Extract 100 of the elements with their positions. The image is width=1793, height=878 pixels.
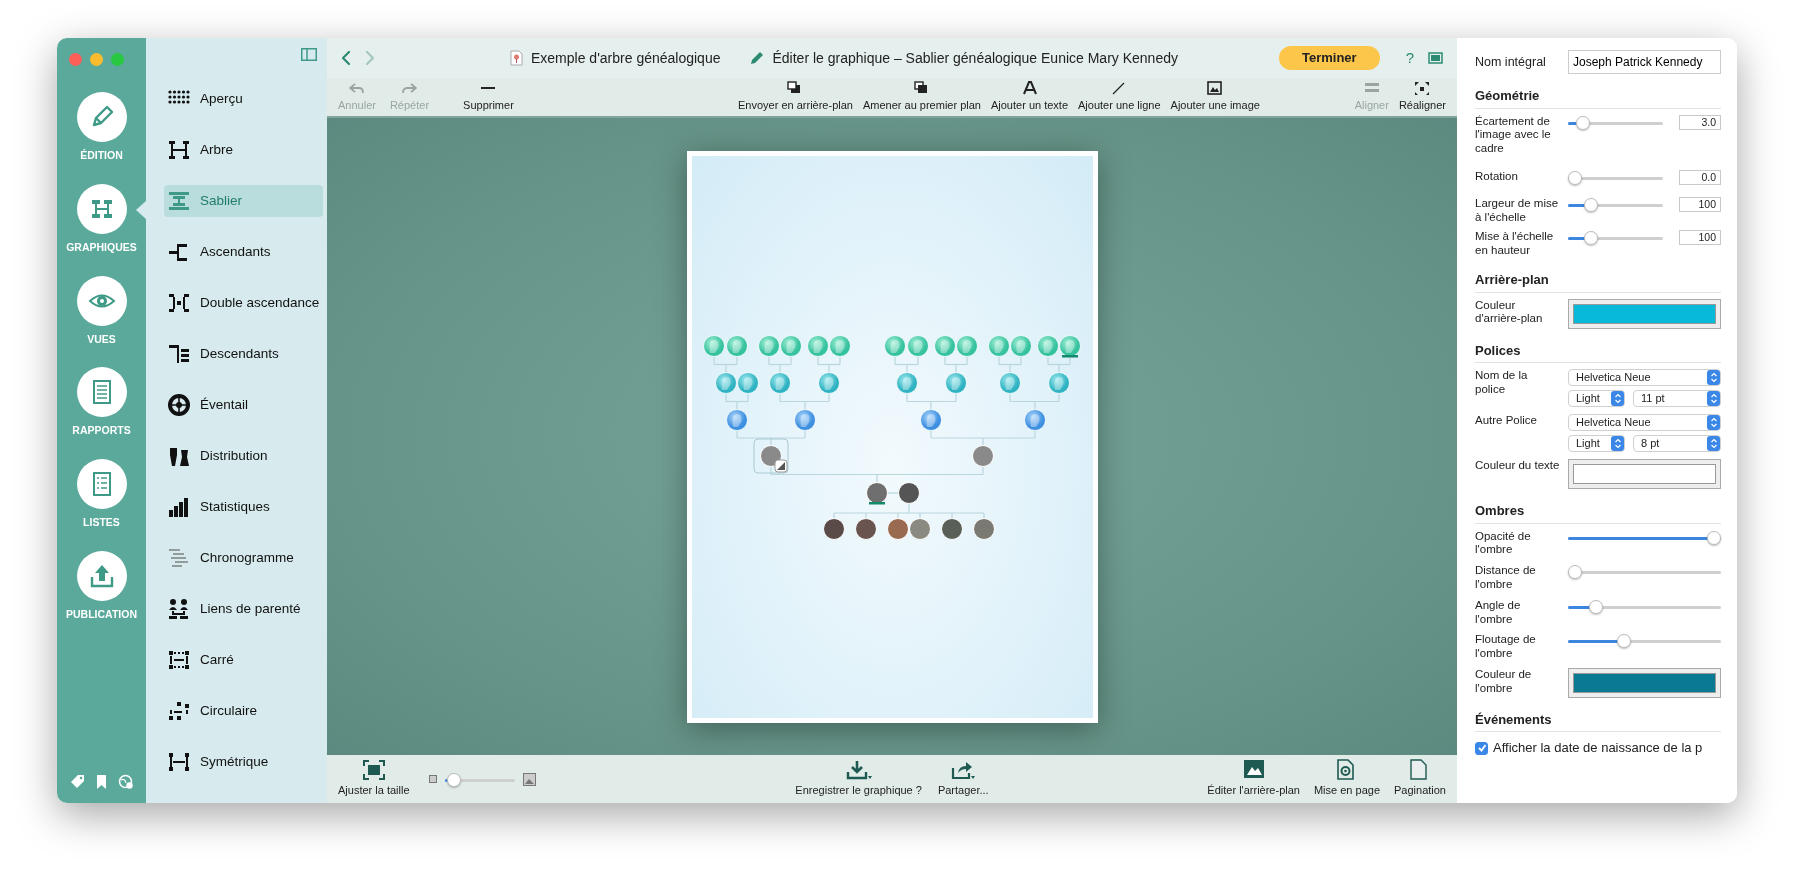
font-size-popup[interactable]: 8 pt xyxy=(1633,435,1721,453)
tree-chart-icon xyxy=(168,139,190,161)
chart-type-item[interactable]: Ascendants xyxy=(164,236,323,268)
undo-icon xyxy=(348,81,365,95)
slider[interactable] xyxy=(1568,231,1663,246)
slider[interactable] xyxy=(1568,634,1721,649)
fit-size-button[interactable]: Ajuster la taille xyxy=(333,759,415,799)
slider-thumb[interactable] xyxy=(1576,115,1591,130)
slider[interactable] xyxy=(1568,170,1663,185)
sidebar-toggle-icon[interactable] xyxy=(301,48,317,61)
slider[interactable] xyxy=(1568,599,1721,614)
number-field[interactable]: 3.0 xyxy=(1679,114,1721,130)
section-title: Ombres xyxy=(1475,501,1721,524)
chart-type-item[interactable]: Sablier xyxy=(164,185,323,217)
chart-type-item[interactable]: Circulaire xyxy=(164,695,323,727)
slider[interactable] xyxy=(1568,565,1721,580)
realign-icon xyxy=(1414,81,1431,95)
slider-thumb[interactable] xyxy=(1568,565,1582,580)
chart-type-item[interactable]: Arbre xyxy=(164,134,323,166)
chart-type-item[interactable]: Double ascendance xyxy=(164,287,323,319)
chart-type-item[interactable]: Carré xyxy=(164,644,323,676)
slider-thumb[interactable] xyxy=(447,772,462,787)
number-field[interactable]: 100 xyxy=(1679,230,1721,246)
stepper-arrows-icon xyxy=(1613,438,1622,450)
people-icon xyxy=(168,598,190,620)
chart-type-item[interactable]: Statistiques xyxy=(164,491,323,523)
field-label: Couleur d'arrière-plan xyxy=(1475,298,1544,327)
full-name-field[interactable]: Joseph Patrick Kennedy xyxy=(1568,50,1721,74)
hourglass-chart-icon xyxy=(168,190,190,212)
toolbar-button[interactable]: Ajouter un texte xyxy=(985,81,1074,114)
toolbar-button[interactable]: Partager... xyxy=(932,759,994,799)
section-title: Polices xyxy=(1475,340,1721,364)
tag-icon[interactable] xyxy=(70,774,85,789)
square-chart-icon xyxy=(168,649,190,671)
slider-thumb[interactable] xyxy=(1568,170,1582,185)
toolbar-button[interactable]: Envoyer en arrière-plan xyxy=(733,81,858,114)
stepper-arrows-icon xyxy=(1613,393,1622,405)
text-icon xyxy=(1021,81,1038,95)
toolbar-button[interactable]: Ajouter une image xyxy=(1165,81,1265,114)
field-label: Couleur de l'ombre xyxy=(1475,667,1533,696)
symmetric-chart-icon xyxy=(168,751,190,773)
field-label: Couleur du texte xyxy=(1475,459,1560,473)
toolbar-button[interactable]: Amener au premier plan xyxy=(857,81,986,114)
nav-button[interactable] xyxy=(76,92,127,142)
slider[interactable] xyxy=(1568,530,1721,545)
chart-type-item[interactable]: Éventail xyxy=(164,389,323,421)
number-field[interactable]: 100 xyxy=(1679,196,1721,212)
toolbar-button[interactable]: Ajouter une ligne xyxy=(1073,81,1166,114)
double-ancestor-icon xyxy=(168,292,190,314)
document-title: Exemple d'arbre généalogique xyxy=(531,48,721,68)
chart-type-item[interactable]: Aperçu xyxy=(164,83,323,115)
toolbar-button[interactable]: Éditer l'arrière-plan xyxy=(1202,759,1305,799)
font-family-popup[interactable]: Helvetica Neue xyxy=(1568,414,1721,432)
section-title: Géométrie xyxy=(1475,86,1721,109)
slider-thumb[interactable] xyxy=(1588,599,1603,614)
fit-screen-icon xyxy=(362,759,385,780)
font-family-popup[interactable]: Helvetica Neue xyxy=(1568,369,1721,387)
window-icon[interactable] xyxy=(1428,52,1443,64)
font-weight-popup[interactable]: Light xyxy=(1568,435,1625,453)
number-field[interactable]: 0.0 xyxy=(1679,169,1721,185)
edit-title: Éditer le graphique – Sablier généalogique Eunice Mary Kennedy xyxy=(772,48,1178,68)
help-button[interactable]: ? xyxy=(1405,46,1414,70)
picture-icon xyxy=(1207,81,1224,95)
toolbar-button[interactable]: Enregistrer le graphique ? xyxy=(790,759,927,799)
toolbar-button[interactable]: Réaligner xyxy=(1393,81,1451,114)
stepper-arrows-icon xyxy=(1709,393,1718,405)
slider[interactable] xyxy=(1568,197,1663,212)
nav-button[interactable] xyxy=(76,459,127,509)
back-button[interactable] xyxy=(341,50,351,66)
font-weight-popup[interactable]: Light xyxy=(1568,390,1625,408)
chart-type-item[interactable]: Distribution xyxy=(164,440,323,472)
nav-label: GRAPHIQUES xyxy=(66,239,137,255)
zoom-slider[interactable] xyxy=(444,772,515,787)
field-label: Rotation xyxy=(1475,169,1519,184)
chart-type-item[interactable]: Chronogramme xyxy=(164,542,323,574)
slider[interactable] xyxy=(1568,115,1663,130)
section-title: Arrière-plan xyxy=(1475,270,1721,293)
field-label: Mise à l'échelle en hauteur xyxy=(1475,230,1555,259)
slider-thumb[interactable] xyxy=(1584,197,1599,212)
globe-icon[interactable] xyxy=(118,774,133,789)
chart-type-item[interactable]: Descendants xyxy=(164,338,323,370)
chart-type-item[interactable]: Symétrique xyxy=(164,746,323,778)
slider-thumb[interactable] xyxy=(1707,530,1721,545)
checkbox[interactable] xyxy=(1475,741,1488,755)
minimize-button[interactable] xyxy=(90,53,103,66)
checkmark-icon xyxy=(1476,743,1487,754)
toolbar-button[interactable]: Pagination xyxy=(1389,759,1451,799)
toolbar-button[interactable]: Supprimer xyxy=(458,81,519,114)
bookmark-icon[interactable] xyxy=(95,774,108,789)
large-picture-icon xyxy=(522,772,536,786)
chevron-icon xyxy=(341,50,351,66)
toolbar-button[interactable]: Mise en page xyxy=(1308,759,1385,799)
timeline-icon xyxy=(168,547,190,569)
finish-button[interactable]: Terminer xyxy=(1279,46,1380,70)
chart-type-item[interactable]: Liens de parenté xyxy=(164,593,323,625)
share-icon xyxy=(951,759,976,780)
font-size-popup[interactable]: 11 pt xyxy=(1633,390,1721,408)
checkbox-label: Afficher la date de naissance de la p xyxy=(1493,739,1703,758)
slider-thumb[interactable] xyxy=(1616,634,1631,649)
slider-thumb[interactable] xyxy=(1584,231,1599,246)
